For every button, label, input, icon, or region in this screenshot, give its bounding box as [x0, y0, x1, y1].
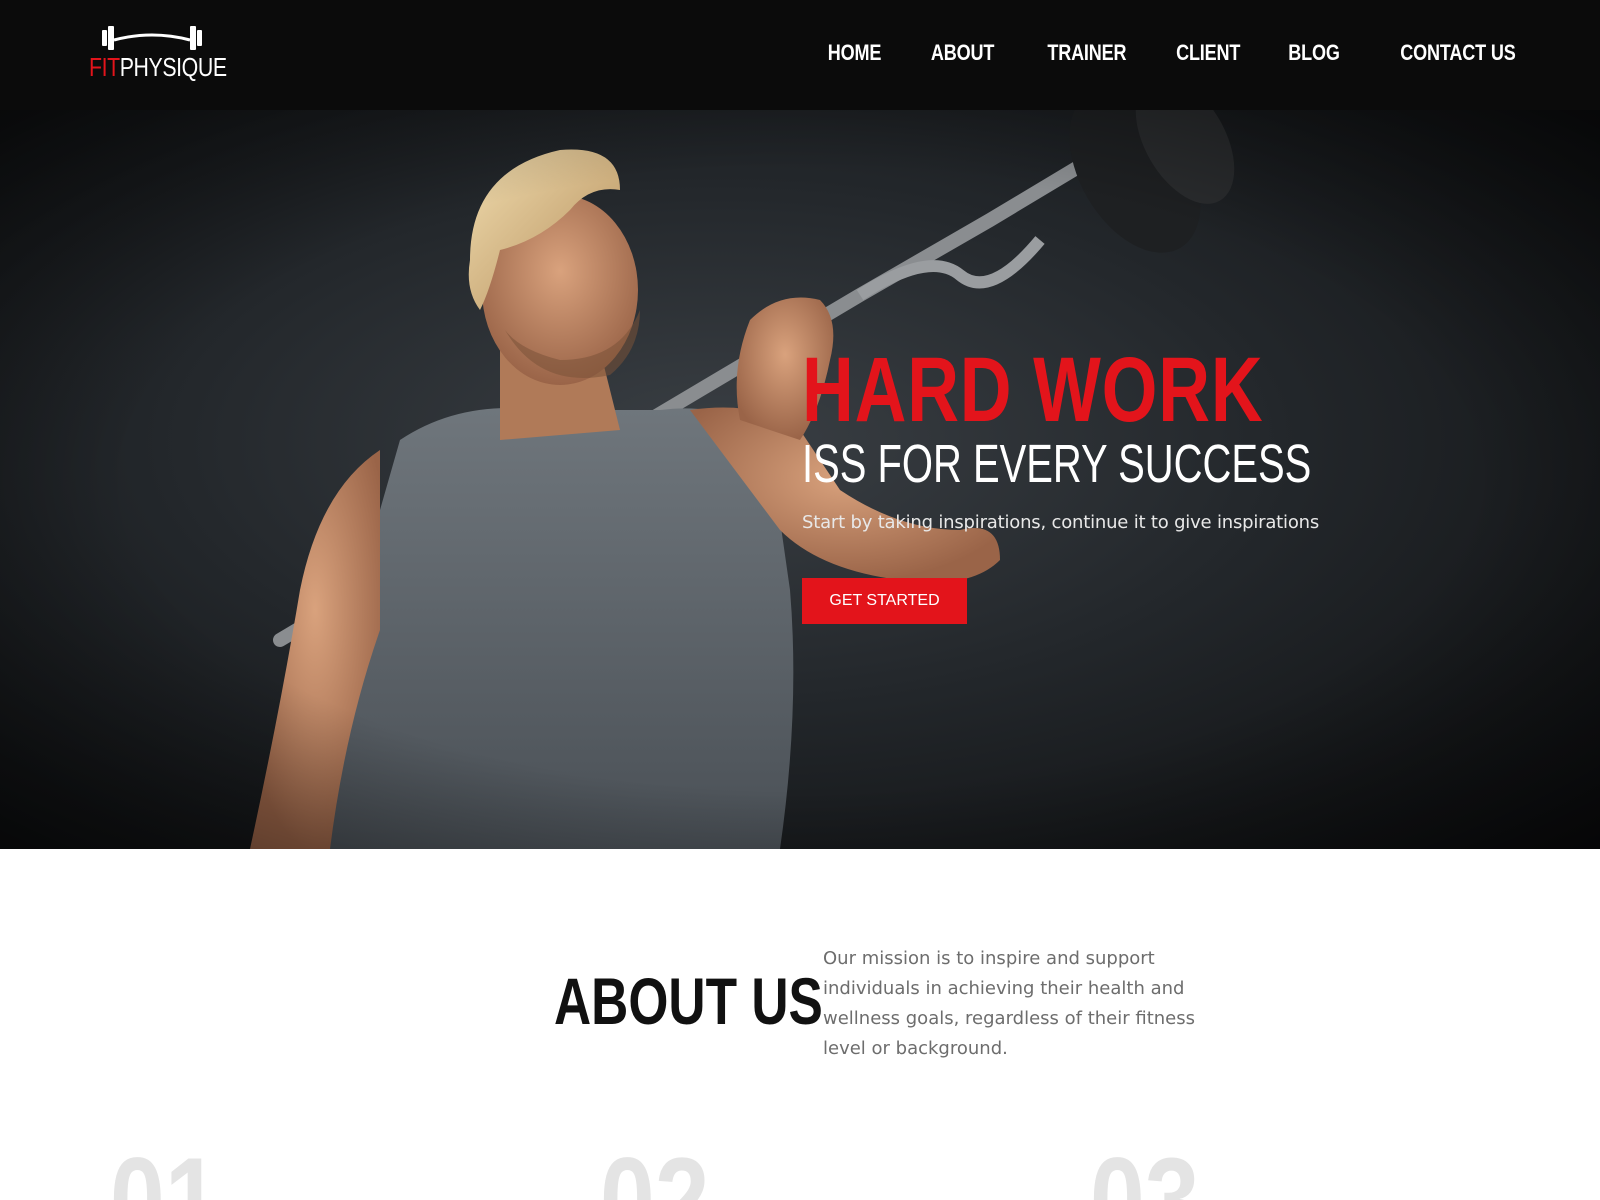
hero-title-red: HARD WORK	[802, 339, 1264, 441]
barbell-icon	[102, 26, 202, 50]
logo-physique-text: PHYSIQUE	[119, 52, 227, 82]
nav-home[interactable]: HOME	[827, 38, 881, 68]
get-started-button[interactable]: GET STARTED	[802, 578, 967, 624]
nav-contact-us[interactable]: CONTACT US	[1401, 38, 1516, 68]
logo-fit-text: FIT	[89, 52, 120, 82]
site-logo[interactable]: FITPHYSIQUE	[88, 24, 228, 84]
about-title: ABOUT US	[554, 964, 823, 1038]
hero-section: HARD WORK ISS FOR EVERY SUCCESS Start by…	[0, 110, 1600, 849]
hero-subtitle: Start by taking inspirations, continue i…	[802, 512, 1320, 533]
nav-about[interactable]: ABOUT	[931, 38, 994, 68]
hero-title-white: ISS FOR EVERY SUCCESS	[802, 434, 1312, 494]
feature-number-02: 02	[600, 1133, 710, 1200]
logo-wordmark: FITPHYSIQUE	[89, 52, 227, 82]
site-header: FITPHYSIQUE HOME ABOUT TRAINER CLIENT BL…	[0, 0, 1600, 110]
nav-trainer[interactable]: TRAINER	[1047, 38, 1126, 68]
feature-number-01: 01	[110, 1133, 220, 1200]
main-nav: HOME ABOUT TRAINER CLIENT BLOG CONTACT U…	[780, 38, 1516, 68]
nav-blog[interactable]: BLOG	[1288, 38, 1340, 68]
man-lifting-barbell-photo	[0, 110, 1600, 849]
nav-client[interactable]: CLIENT	[1176, 38, 1240, 68]
feature-number-03: 03	[1090, 1133, 1200, 1200]
about-text: Our mission is to inspire and support in…	[823, 948, 1196, 1059]
